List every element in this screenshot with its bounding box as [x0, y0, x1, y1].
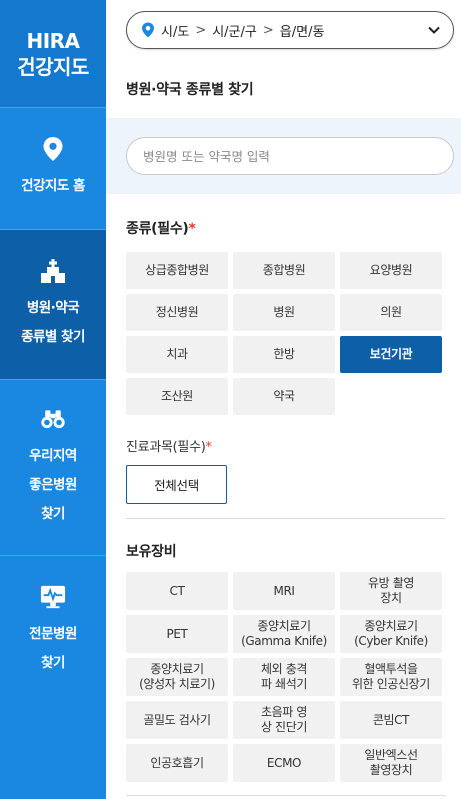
nav-label-specialty-hospital: 전문병원 찾기 — [29, 626, 77, 671]
nav-item-home[interactable]: 건강지도 홈 — [0, 108, 106, 230]
nav-item-hospital-search[interactable]: 병원·약국 종류별 찾기 — [0, 230, 106, 380]
equipment-option[interactable]: 혈액투석을 위한 인공신장기 — [340, 658, 442, 696]
equipment-option[interactable]: 초음파 영 상 진단기 — [233, 701, 335, 739]
location-sido[interactable]: 시/도 — [161, 21, 189, 40]
type-option[interactable]: 치과 — [126, 336, 228, 373]
type-section-title: 종류(필수)* — [126, 218, 196, 238]
binoculars-icon — [40, 406, 66, 432]
equipment-options: CT MRI 유방 촬영 장치 PET 종양치료기 (Gamma Knife) … — [126, 572, 442, 782]
location-pin-icon — [40, 136, 66, 162]
location-sigungu[interactable]: 시/군/구 — [212, 21, 257, 40]
type-options: 상급종합병원 종합병원 요양병원 정신병원 병원 의원 치과 한방 보건기관 조… — [126, 252, 442, 415]
equipment-option[interactable]: 콘빔CT — [340, 701, 442, 739]
nav-label-home: 건강지도 홈 — [21, 178, 85, 194]
sidebar: HIRA 건강지도 건강지도 홈 병원·약국 종류별 찾기 우리지역 좋은병원 … — [0, 0, 106, 799]
chevron-right-icon: > — [262, 22, 274, 38]
location-selector[interactable]: 시/도 > 시/군/구 > 읍/면/동 — [126, 11, 454, 49]
nav-item-region-hospital[interactable]: 우리지역 좋은병원 찾기 — [0, 380, 106, 556]
logo[interactable]: HIRA 건강지도 — [0, 0, 106, 108]
equipment-option[interactable]: ECMO — [233, 744, 335, 782]
required-mark: * — [205, 440, 213, 455]
logo-line-1: HIRA — [26, 28, 80, 53]
nav-label-region-hospital: 우리지역 좋은병원 찾기 — [29, 448, 77, 522]
main-panel: 시/도 > 시/군/구 > 읍/면/동 병원·약국 종류별 찾기 종류(필수)*… — [106, 0, 461, 799]
equipment-option[interactable]: 종양치료기 (Gamma Knife) — [233, 615, 335, 653]
chevron-down-icon[interactable] — [427, 23, 441, 37]
chevron-right-icon: > — [195, 22, 207, 38]
type-option[interactable]: 요양병원 — [340, 252, 442, 289]
equipment-option[interactable]: 종양치료기 (양성자 치료기) — [126, 658, 228, 696]
type-option[interactable]: 정신병원 — [126, 294, 228, 331]
location-dong[interactable]: 읍/면/동 — [280, 21, 325, 40]
dept-section-title: 진료과목(필수)* — [126, 436, 212, 455]
type-option[interactable]: 조산원 — [126, 378, 228, 415]
hospital-building-icon — [40, 258, 66, 284]
search-input[interactable] — [126, 137, 454, 175]
dept-section-label: 진료과목(필수) — [126, 440, 206, 455]
type-option[interactable]: 약국 — [233, 378, 335, 415]
equipment-option[interactable]: CT — [126, 572, 228, 610]
type-option[interactable]: 병원 — [233, 294, 335, 331]
equipment-option[interactable]: 골밀도 검사기 — [126, 701, 228, 739]
equipment-option[interactable]: 체외 충격 파 쇄석기 — [233, 658, 335, 696]
page-title: 병원·약국 종류별 찾기 — [126, 82, 254, 98]
divider — [126, 795, 446, 796]
nav-item-specialty-hospital[interactable]: 전문병원 찾기 — [0, 556, 106, 706]
nav-label-hospital-search: 병원·약국 종류별 찾기 — [21, 299, 85, 345]
type-option[interactable]: 종합병원 — [233, 252, 335, 289]
equipment-option[interactable]: 일반엑스선 촬영장치 — [340, 744, 442, 782]
search-area — [106, 118, 461, 194]
equip-section-title: 보유장비 — [126, 544, 177, 560]
monitor-heartbeat-icon — [40, 584, 66, 610]
location-pin-icon — [142, 22, 154, 38]
required-mark: * — [188, 221, 196, 237]
equipment-option[interactable]: 종양치료기 (Cyber Knife) — [340, 615, 442, 653]
equipment-option[interactable]: PET — [126, 615, 228, 653]
equipment-option[interactable]: 인공호흡기 — [126, 744, 228, 782]
type-option[interactable]: 상급종합병원 — [126, 252, 228, 289]
type-option-selected[interactable]: 보건기관 — [340, 336, 442, 373]
equipment-option[interactable]: MRI — [233, 572, 335, 610]
type-section-label: 종류(필수) — [126, 221, 189, 237]
type-option[interactable]: 의원 — [340, 294, 442, 331]
type-option[interactable]: 한방 — [233, 336, 335, 373]
equipment-option[interactable]: 유방 촬영 장치 — [340, 572, 442, 610]
select-all-button[interactable]: 전체선택 — [126, 465, 227, 504]
divider — [126, 518, 446, 519]
logo-line-2: 건강지도 — [17, 54, 89, 79]
